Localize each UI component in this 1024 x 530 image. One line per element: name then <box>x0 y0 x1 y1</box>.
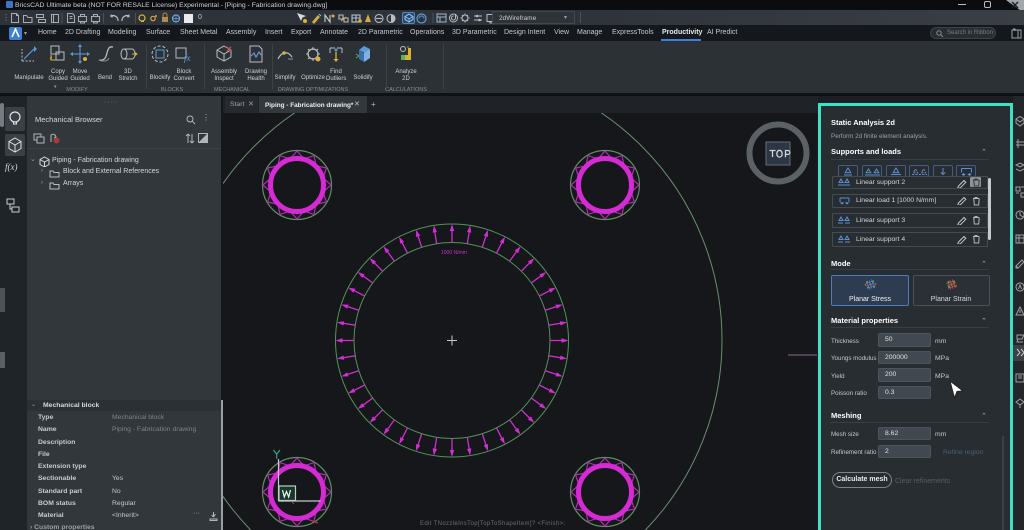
svg-text:1000 N/mm: 1000 N/mm <box>441 250 467 256</box>
svg-text:fx: fx <box>184 53 191 63</box>
